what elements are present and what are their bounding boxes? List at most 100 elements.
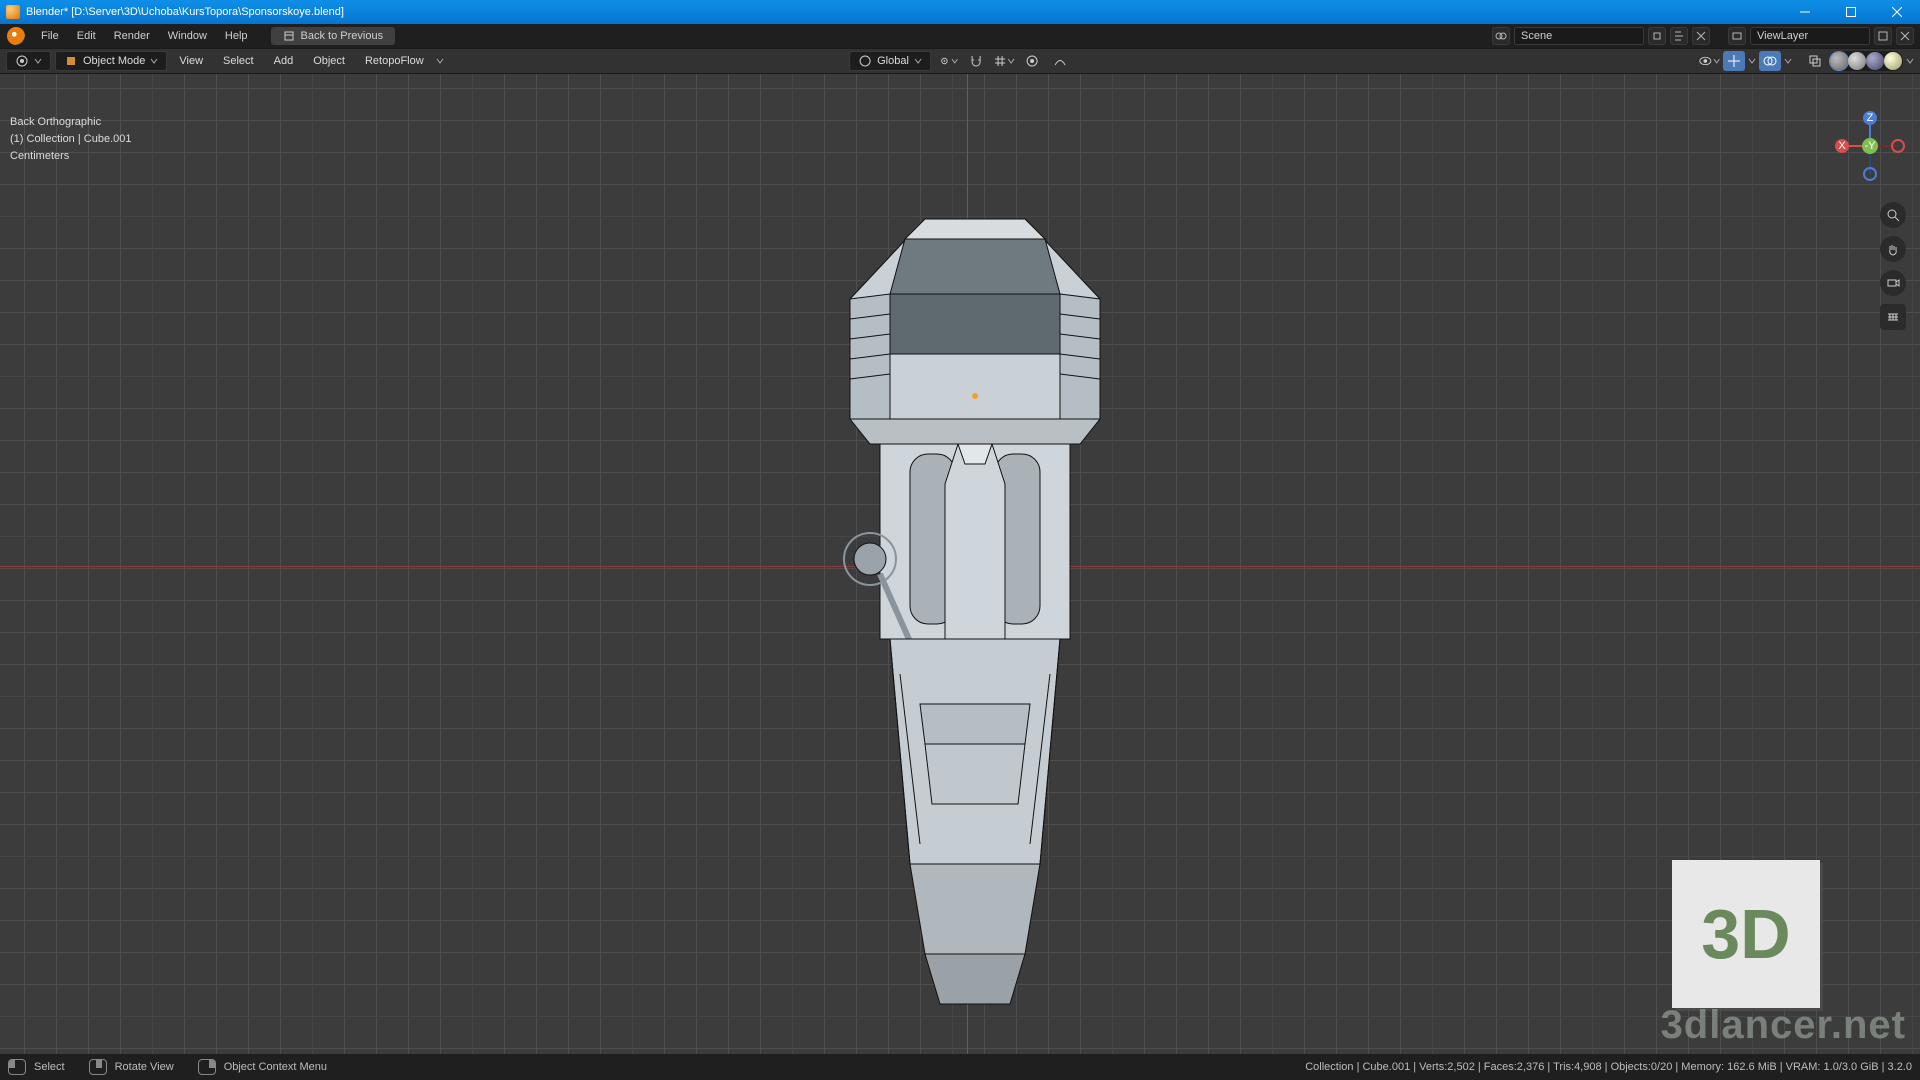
chevron-down-icon (1713, 57, 1720, 65)
back-to-previous-label: Back to Previous (301, 27, 384, 45)
perspective-toggle-button[interactable] (1880, 304, 1906, 330)
viewlayer-name-label: ViewLayer (1757, 30, 1808, 42)
editor-type-icon (15, 54, 29, 68)
viewport-header: Object Mode View Select Add Object Retop… (0, 48, 1920, 74)
3d-viewport[interactable]: Back Orthographic (1) Collection | Cube.… (0, 74, 1920, 1054)
scene-name-label: Scene (1521, 30, 1552, 42)
scene-new-button[interactable] (1670, 27, 1688, 45)
header-menu-view[interactable]: View (171, 51, 211, 71)
object-mode-icon (64, 54, 78, 68)
header-menu-retopoflow[interactable]: RetopoFlow (357, 51, 432, 71)
magnet-icon (968, 53, 984, 69)
back-to-previous-button[interactable]: Back to Previous (271, 27, 396, 45)
chevron-down-icon[interactable] (1906, 57, 1914, 65)
scene-browse-button[interactable] (1492, 27, 1510, 45)
pan-button[interactable] (1880, 236, 1906, 262)
status-hint-context: Object Context Menu (224, 1061, 327, 1073)
watermark-text: 3dlancer.net (1661, 1003, 1906, 1048)
navigation-gizmo[interactable]: X Z -Y (1834, 110, 1906, 182)
back-icon (283, 30, 295, 42)
watermark-logo: 3D (1672, 860, 1820, 1008)
grid-icon (993, 54, 1007, 68)
svg-text:X: X (1838, 140, 1846, 152)
pivot-icon (937, 53, 952, 69)
menu-file[interactable]: File (32, 24, 68, 48)
blender-app-icon (6, 5, 20, 19)
scene-delete-button[interactable] (1692, 27, 1710, 45)
viewlayer-name-field[interactable]: ViewLayer (1750, 27, 1870, 45)
overlay-collection: (1) Collection | Cube.001 (10, 131, 131, 148)
mesh-object-cube001[interactable] (710, 144, 1240, 1044)
snap-target-selector[interactable] (993, 51, 1015, 71)
shading-material[interactable] (1866, 52, 1884, 70)
transform-orientation-selector[interactable]: Global (849, 51, 931, 71)
orientation-icon (858, 54, 872, 68)
blender-logo-icon[interactable] (7, 27, 25, 45)
shading-solid[interactable] (1848, 52, 1866, 70)
pivot-point-selector[interactable] (937, 51, 959, 71)
viewlayer-browse-button[interactable] (1728, 27, 1746, 45)
scene-icon (1495, 30, 1507, 42)
menu-window[interactable]: Window (159, 24, 216, 48)
plus-icon (1673, 30, 1685, 42)
top-menu-bar: File Edit Render Window Help Back to Pre… (0, 24, 1920, 48)
scene-name-field[interactable]: Scene (1514, 27, 1644, 45)
zoom-button[interactable] (1880, 202, 1906, 228)
status-stats: Collection | Cube.001 | Verts:2,502 | Fa… (1305, 1061, 1912, 1073)
pin-icon (1651, 30, 1663, 42)
chevron-down-icon[interactable] (1784, 57, 1792, 65)
window-title: Blender* [D:\Server\3D\Uchoba\KursTopora… (26, 6, 1782, 18)
editor-type-selector[interactable] (6, 51, 51, 71)
shading-wireframe[interactable] (1830, 52, 1848, 70)
overlay-units: Centimeters (10, 148, 131, 165)
window-maximize-button[interactable] (1828, 0, 1874, 24)
gizmo-toggle[interactable] (1723, 51, 1745, 71)
header-menu-add[interactable]: Add (266, 51, 302, 71)
falloff-icon (1053, 54, 1067, 68)
status-bar: Select Rotate View Object Context Menu C… (0, 1054, 1920, 1080)
visibility-selector[interactable] (1698, 51, 1720, 71)
mode-selector[interactable]: Object Mode (55, 51, 167, 71)
header-menu-select[interactable]: Select (215, 51, 262, 71)
eye-icon (1698, 53, 1713, 69)
proportional-icon (1024, 53, 1040, 69)
viewlayer-new-button[interactable] (1874, 27, 1892, 45)
chevron-down-icon (150, 57, 158, 65)
chevron-down-icon (436, 57, 444, 65)
chevron-down-icon (1007, 57, 1015, 65)
shading-rendered[interactable] (1884, 52, 1902, 70)
chevron-down-icon (914, 57, 922, 65)
header-menu-object[interactable]: Object (305, 51, 353, 71)
new-icon (1877, 30, 1889, 42)
mouse-middle-icon (89, 1059, 107, 1075)
chevron-down-icon (952, 57, 959, 65)
viewlayer-delete-button[interactable] (1896, 27, 1914, 45)
proportional-falloff-selector[interactable] (1049, 51, 1071, 71)
window-close-button[interactable] (1874, 0, 1920, 24)
snap-toggle[interactable] (965, 51, 987, 71)
camera-view-button[interactable] (1880, 270, 1906, 296)
camera-icon (1886, 276, 1900, 290)
menu-render[interactable]: Render (105, 24, 159, 48)
menu-help[interactable]: Help (216, 24, 257, 48)
window-titlebar: Blender* [D:\Server\3D\Uchoba\KursTopora… (0, 0, 1920, 24)
gizmo-icon (1726, 53, 1742, 69)
scene-pin-button[interactable] (1648, 27, 1666, 45)
overlay-view-name: Back Orthographic (10, 114, 131, 131)
svg-text:Z: Z (1867, 112, 1874, 124)
chevron-down-icon[interactable] (1748, 57, 1756, 65)
watermark-logo-text: 3D (1701, 894, 1790, 974)
x-icon (1899, 30, 1911, 42)
proportional-edit-toggle[interactable] (1021, 51, 1043, 71)
layer-icon (1731, 30, 1743, 42)
svg-text:-Y: -Y (1865, 140, 1877, 152)
grid-persp-icon (1886, 310, 1900, 324)
overlays-toggle[interactable] (1759, 51, 1781, 71)
xray-toggle[interactable] (1804, 51, 1826, 71)
window-minimize-button[interactable] (1782, 0, 1828, 24)
mode-label: Object Mode (83, 55, 145, 67)
zoom-icon (1886, 208, 1900, 222)
overlays-icon (1762, 53, 1778, 69)
menu-edit[interactable]: Edit (68, 24, 105, 48)
x-icon (1695, 30, 1707, 42)
